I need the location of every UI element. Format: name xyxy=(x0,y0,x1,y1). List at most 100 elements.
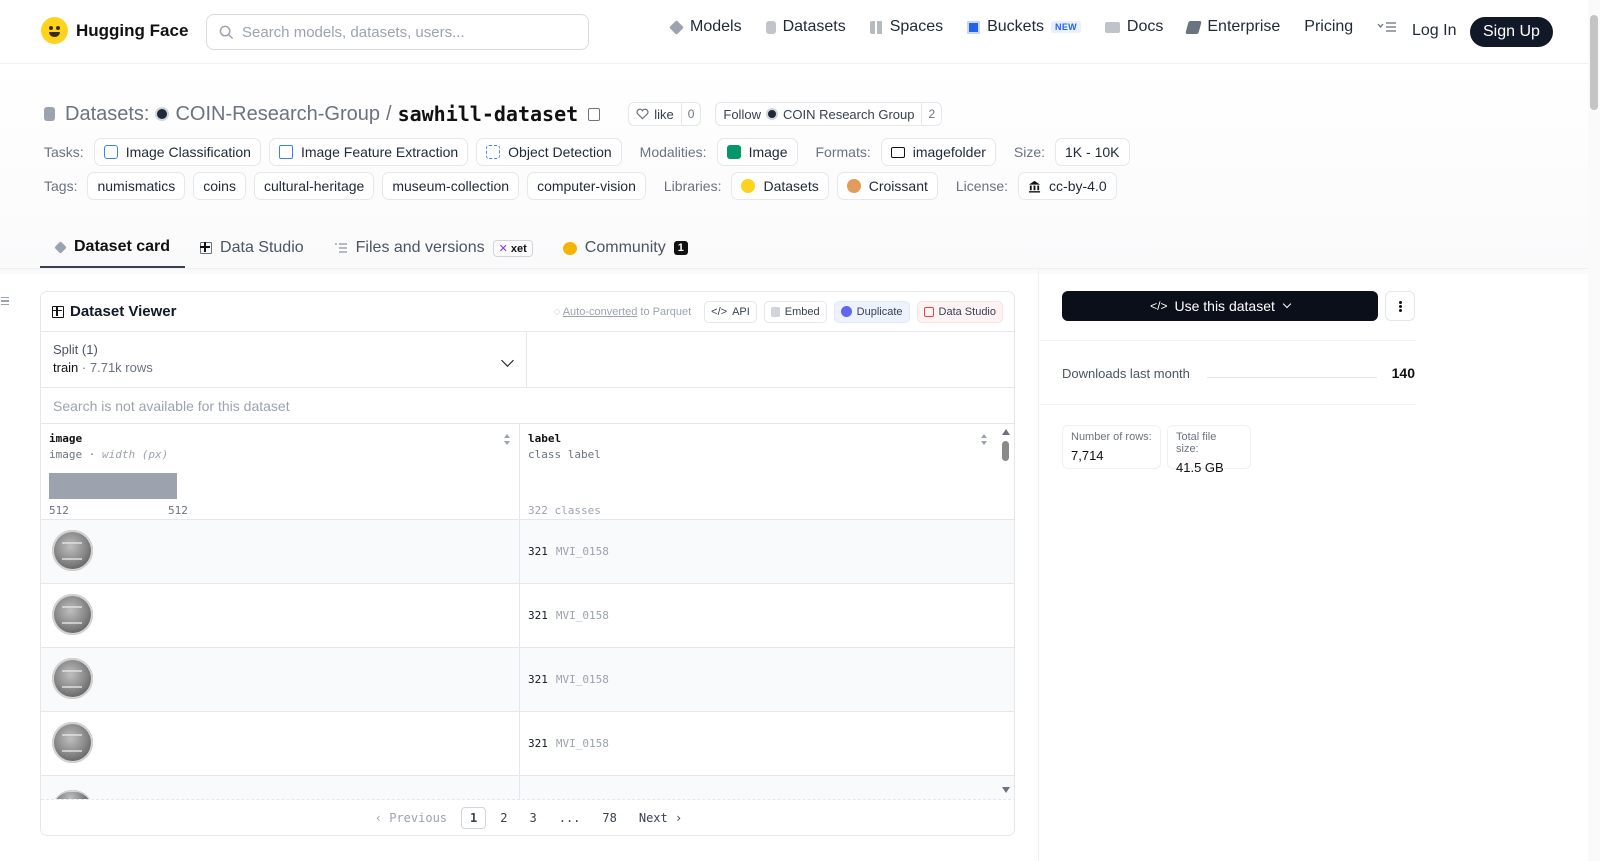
format-tag-imagefolder[interactable]: imagefolder xyxy=(880,138,996,166)
label-cell[interactable]: 321 MVI_0158 xyxy=(520,648,1000,711)
tab-data-studio[interactable]: Data Studio xyxy=(185,228,319,268)
nav-models[interactable]: Models xyxy=(669,18,742,36)
split-dot: · xyxy=(81,360,90,375)
follow-button[interactable]: Follow COIN Research Group 2 xyxy=(715,102,943,126)
coin-thumbnail[interactable] xyxy=(52,530,93,571)
org-link[interactable]: COIN-Research-Group xyxy=(175,103,380,126)
label-cell[interactable]: 321 MVI_0158 xyxy=(520,584,1000,647)
page-1-button[interactable]: 1 xyxy=(461,806,487,829)
task-tag-object-detection[interactable]: Object Detection xyxy=(476,138,622,166)
previous-page-button[interactable]: ‹ Previous xyxy=(367,808,455,828)
coin-thumbnail[interactable] xyxy=(52,594,93,635)
section-label[interactable]: Datasets: xyxy=(65,103,149,126)
data-table: image image · width (px) 512 512 label c… xyxy=(41,424,1014,799)
image-cell[interactable] xyxy=(41,648,520,711)
sort-icon[interactable] xyxy=(981,434,988,445)
library-tag-datasets[interactable]: Datasets xyxy=(731,172,829,200)
table-row[interactable]: 321 MVI_0158 xyxy=(41,712,1014,776)
tag-coins[interactable]: coins xyxy=(193,172,246,200)
tab-dataset-card[interactable]: Dataset card xyxy=(40,228,186,268)
image-cell[interactable] xyxy=(41,776,520,799)
tab-label: Data Studio xyxy=(220,239,304,256)
use-this-dataset-button[interactable]: </> Use this dataset xyxy=(1062,291,1378,321)
top-navigation: Hugging Face Models Datasets Spaces Buck… xyxy=(0,0,1588,64)
label-name: MVI_0158 xyxy=(555,545,609,558)
width-histogram-bar[interactable] xyxy=(49,473,177,499)
coin-thumbnail[interactable] xyxy=(52,722,93,763)
code-icon: </> xyxy=(711,305,728,318)
data-studio-button[interactable]: Data Studio xyxy=(916,300,1003,323)
nav-buckets[interactable]: Buckets NEW xyxy=(967,18,1081,36)
rows-stat-label: Number of rows: xyxy=(1071,431,1152,443)
nav-datasets[interactable]: Datasets xyxy=(765,18,846,36)
column-header-image[interactable]: image image · width (px) 512 512 xyxy=(41,424,520,519)
tab-files-and-versions[interactable]: Files and versions ✕ xet xyxy=(319,228,548,268)
tag-numismatics[interactable]: numismatics xyxy=(87,172,186,200)
nav-more-menu[interactable] xyxy=(1377,21,1397,33)
copy-icon[interactable] xyxy=(588,107,601,121)
column-header-label[interactable]: label class label 322 classes xyxy=(520,424,1000,519)
tag-museum-collection[interactable]: museum-collection xyxy=(382,172,520,200)
repo-name[interactable]: sawhill-dataset xyxy=(398,102,579,126)
nav-spaces[interactable]: Spaces xyxy=(869,18,943,36)
like-button[interactable]: like 0 xyxy=(628,102,702,126)
heart-icon xyxy=(636,108,649,120)
page-scroll-thumb[interactable] xyxy=(1590,15,1598,110)
nav-enterprise[interactable]: Enterprise xyxy=(1185,18,1280,36)
label-cell[interactable] xyxy=(520,776,1000,799)
viewer-actions: ◌ Auto-converted to Parquet </> API Embed… xyxy=(554,300,1003,323)
page-3-button[interactable]: 3 xyxy=(521,808,544,828)
task-tag-image-feature-extraction[interactable]: Image Feature Extraction xyxy=(268,138,469,166)
page-scrollbar[interactable] xyxy=(1588,0,1600,861)
size-label: Size: xyxy=(1013,144,1046,160)
library-tag-croissant[interactable]: Croissant xyxy=(836,172,938,200)
table-row[interactable]: 321 MVI_0158 xyxy=(41,584,1014,648)
sidebar-toggle-icon[interactable] xyxy=(1,297,9,305)
modality-tag-image[interactable]: Image xyxy=(716,138,798,166)
scroll-up-icon[interactable] xyxy=(1002,429,1010,435)
duplicate-button[interactable]: Duplicate xyxy=(833,300,910,323)
page-2-button[interactable]: 2 xyxy=(492,808,515,828)
tag-cultural-heritage[interactable]: cultural-heritage xyxy=(253,172,375,200)
org-avatar[interactable] xyxy=(155,107,170,121)
login-link[interactable]: Log In xyxy=(1412,22,1456,40)
size-tag[interactable]: 1K - 10K xyxy=(1055,138,1130,166)
nav-docs[interactable]: Docs xyxy=(1104,18,1163,36)
tab-community[interactable]: Community 1 xyxy=(548,228,703,268)
more-options-button[interactable] xyxy=(1385,291,1415,321)
coin-thumbnail[interactable] xyxy=(52,790,93,799)
next-page-button[interactable]: Next › xyxy=(631,808,690,828)
coin-thumbnail[interactable] xyxy=(52,658,93,699)
embed-button[interactable]: Embed xyxy=(763,300,827,323)
image-cell[interactable] xyxy=(41,520,520,583)
auto-converted-link[interactable]: Auto-converted xyxy=(563,306,638,318)
image-cell[interactable] xyxy=(41,584,520,647)
table-row[interactable]: 321 MVI_0158 xyxy=(41,520,1014,584)
table-row[interactable] xyxy=(41,776,1014,799)
table-scrollbar[interactable] xyxy=(1001,424,1011,799)
table-row[interactable]: 321 MVI_0158 xyxy=(41,648,1014,712)
tab-label: Dataset card xyxy=(74,238,171,255)
image-cell[interactable] xyxy=(41,712,520,775)
tag-computer-vision[interactable]: computer-vision xyxy=(527,172,646,200)
search-input[interactable] xyxy=(242,23,562,41)
search-box[interactable] xyxy=(206,14,589,50)
page-78-button[interactable]: 78 xyxy=(594,808,624,828)
formats-label: Formats: xyxy=(815,144,871,160)
brand-logo[interactable]: Hugging Face xyxy=(41,17,188,44)
enterprise-icon xyxy=(1185,20,1203,34)
api-button[interactable]: </> API xyxy=(704,300,757,323)
sort-icon[interactable] xyxy=(504,434,511,445)
license-tag[interactable]: cc-by-4.0 xyxy=(1018,172,1117,200)
signup-button[interactable]: Sign Up xyxy=(1470,17,1553,47)
split-select[interactable]: Split (1) train · 7.71k rows xyxy=(41,332,527,387)
nav-pricing[interactable]: Pricing xyxy=(1304,18,1353,36)
task-tag-image-classification[interactable]: Image Classification xyxy=(93,138,261,166)
auto-converted-note: ◌ Auto-converted to Parquet xyxy=(554,306,691,318)
scroll-thumb[interactable] xyxy=(1002,441,1009,461)
more-icon xyxy=(1398,304,1402,308)
label-cell[interactable]: 321 MVI_0158 xyxy=(520,520,1000,583)
scroll-down-icon[interactable] xyxy=(1002,787,1010,793)
label-cell[interactable]: 321 MVI_0158 xyxy=(520,712,1000,775)
column-type-text: image xyxy=(49,448,83,461)
